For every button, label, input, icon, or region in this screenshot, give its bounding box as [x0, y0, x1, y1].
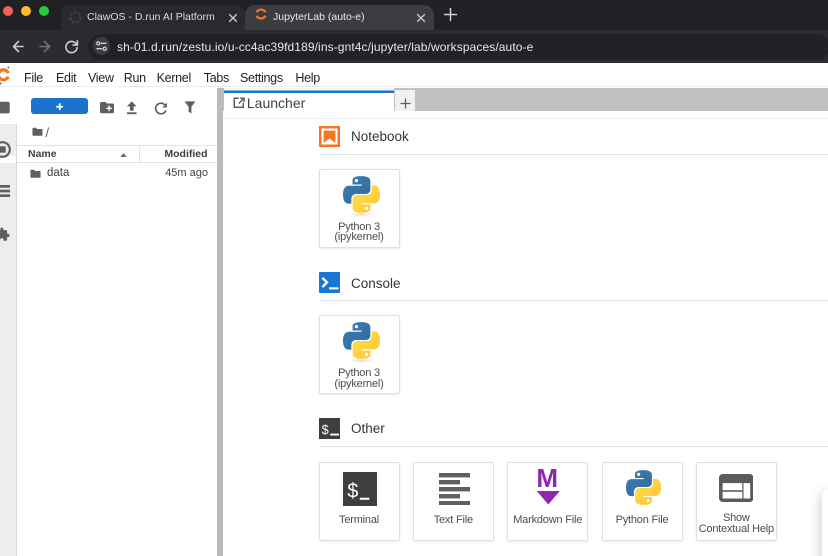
svg-text:M: M: [537, 467, 559, 493]
svg-text:$: $: [347, 480, 358, 502]
svg-text:$: $: [321, 423, 328, 437]
